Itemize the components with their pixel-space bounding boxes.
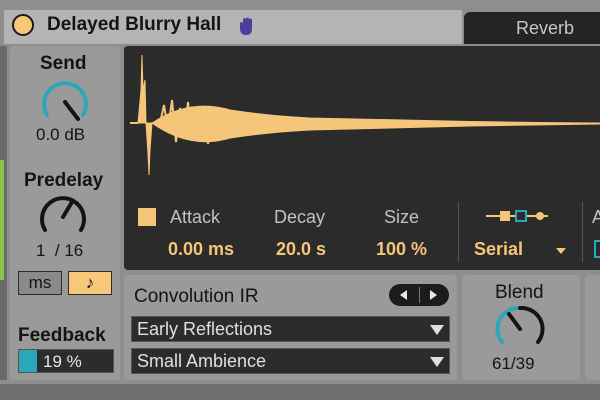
feedback-fill: [19, 350, 37, 372]
cut-label: A: [592, 207, 600, 227]
size-value[interactable]: 100 %: [376, 239, 427, 260]
ir-preset-dropdown[interactable]: Small Ambience: [131, 348, 450, 374]
triangle-left-icon[interactable]: [400, 290, 407, 300]
attack-toggle[interactable]: [138, 208, 156, 226]
triangle-down-icon: [430, 325, 444, 335]
ir-category-dropdown[interactable]: Early Reflections: [131, 316, 450, 342]
cut-indicator: [594, 240, 600, 258]
feedback-value: 19 %: [43, 352, 82, 371]
routing-value[interactable]: Serial: [474, 239, 523, 260]
feedback-slider[interactable]: 19 %: [18, 349, 114, 373]
size-label: Size: [384, 207, 420, 227]
routing-icon: [486, 206, 548, 231]
reverb-device: Delayed Blurry Hall Reverb Send 0.0 dB P…: [0, 0, 600, 400]
decay-value[interactable]: 20.0 s: [276, 239, 326, 260]
ir-category-value: Early Reflections: [137, 319, 273, 339]
device-title[interactable]: Delayed Blurry Hall: [47, 14, 221, 36]
note-button[interactable]: ♪: [68, 271, 112, 295]
triangle-right-icon[interactable]: [430, 290, 437, 300]
ir-nav-buttons: [389, 284, 449, 306]
blend-label: Blend: [495, 282, 544, 303]
divider-2: [582, 202, 583, 262]
ir-preset-value: Small Ambience: [137, 351, 267, 371]
power-icon[interactable]: [12, 14, 34, 36]
send-label: Send: [40, 53, 87, 74]
feedback-label: Feedback: [18, 325, 106, 346]
attack-label: Attack: [170, 207, 221, 227]
attack-value[interactable]: 0.00 ms: [168, 239, 234, 260]
tab-reverb[interactable]: Reverb: [464, 12, 600, 44]
right-panel: [585, 275, 600, 380]
blend-knob[interactable]: [493, 302, 547, 361]
level-meter: [0, 160, 4, 280]
blend-value: 61/39: [492, 354, 535, 373]
predelay-label: Predelay: [24, 170, 104, 191]
decay-label: Decay: [274, 207, 326, 227]
ms-button[interactable]: ms: [18, 271, 62, 295]
divider: [458, 202, 459, 262]
hand-icon[interactable]: [236, 16, 258, 43]
ir-waveform: [130, 50, 600, 205]
bottom-bar: [0, 384, 600, 400]
ir-label: Convolution IR: [134, 286, 259, 307]
nav-separator: [419, 287, 420, 303]
predelay-value: 1 / 16: [36, 241, 84, 260]
chevron-down-icon[interactable]: [556, 248, 566, 254]
triangle-down-icon: [430, 357, 444, 367]
send-value: 0.0 dB: [36, 125, 86, 144]
